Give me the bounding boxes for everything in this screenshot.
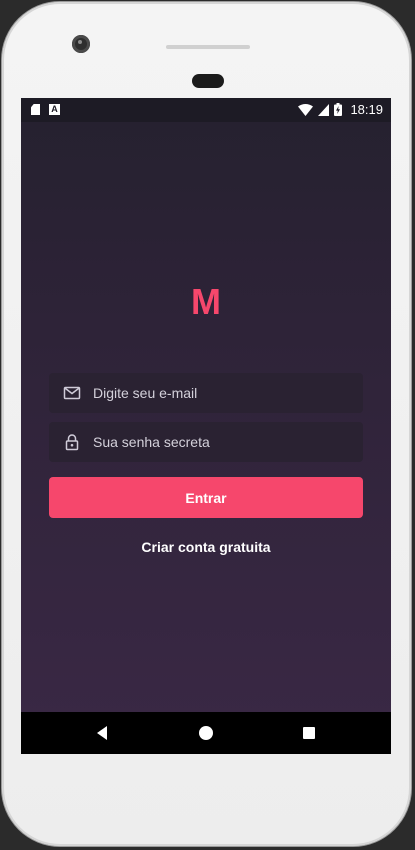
back-icon[interactable] bbox=[93, 723, 113, 743]
earpiece bbox=[192, 74, 224, 88]
mail-icon bbox=[63, 386, 81, 400]
app-screen: A 18:19 M Digite seu e-mail Entrar Criar… bbox=[21, 98, 391, 754]
status-right-icons: 18:19 bbox=[298, 102, 383, 117]
login-button[interactable]: Entrar bbox=[49, 477, 363, 518]
status-left-icons: A bbox=[31, 104, 60, 115]
create-account-link[interactable]: Criar conta gratuita bbox=[21, 539, 391, 555]
front-camera bbox=[72, 35, 90, 53]
battery-charging-icon bbox=[334, 103, 343, 116]
home-icon[interactable] bbox=[196, 723, 216, 743]
password-input[interactable] bbox=[93, 422, 353, 462]
app-logo: M bbox=[191, 281, 221, 322]
a-notification-icon: A bbox=[49, 104, 60, 115]
email-input[interactable] bbox=[93, 373, 353, 413]
speaker-grille bbox=[166, 45, 250, 49]
recent-apps-icon[interactable] bbox=[299, 723, 319, 743]
lock-icon bbox=[65, 434, 79, 451]
email-field[interactable] bbox=[49, 373, 363, 413]
navigation-bar bbox=[21, 712, 391, 754]
status-time: 18:19 bbox=[350, 102, 383, 117]
password-field[interactable] bbox=[49, 422, 363, 462]
wifi-icon bbox=[298, 103, 314, 116]
sd-card-icon bbox=[31, 104, 40, 115]
status-bar: A 18:19 bbox=[21, 98, 391, 122]
signal-icon bbox=[318, 103, 330, 116]
